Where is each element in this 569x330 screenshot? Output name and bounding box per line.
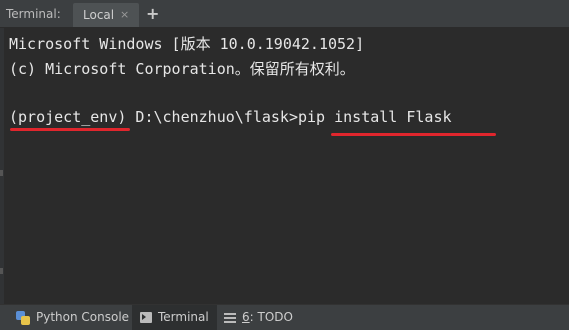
terminal-line-2: (c) Microsoft Corporation。保留所有权利。 (9, 60, 355, 78)
prompt-path: D:\chenzhuo\flask> (126, 108, 298, 126)
python-icon (16, 310, 30, 325)
tab-todo-label: : TODO (249, 310, 293, 324)
todo-list-icon (224, 312, 236, 323)
annotation-underline-command (331, 133, 496, 136)
terminal-line-1: Microsoft Windows [版本 10.0.19042.1052] (9, 35, 365, 53)
prompt-env: (project_env) (9, 108, 127, 126)
terminal-icon (140, 312, 152, 323)
gutter-marker (0, 170, 3, 176)
annotation-underline-env (10, 128, 130, 131)
close-icon[interactable]: × (120, 3, 129, 27)
terminal-tab-bar: Terminal: Local × + (0, 0, 569, 28)
tab-local[interactable]: Local × (73, 3, 139, 27)
tab-python-console-label: Python Console (36, 310, 130, 324)
add-icon[interactable]: + (146, 0, 159, 28)
terminal-prompt-line: (project_env) D:\chenzhuo\flask>pip inst… (9, 108, 452, 126)
tab-terminal-label: Terminal (158, 310, 209, 324)
gutter-marker (0, 268, 3, 274)
tab-terminal[interactable]: Terminal (132, 305, 217, 330)
tab-todo-hotkey: 6 (242, 310, 250, 324)
tab-python-console[interactable]: Python Console (8, 305, 137, 330)
prompt-command: pip install Flask (298, 108, 452, 126)
left-gutter (0, 28, 4, 304)
terminal-tool-title: Terminal: (6, 7, 61, 21)
tab-local-label: Local (83, 8, 115, 22)
tab-todo[interactable]: 6: TODO (216, 305, 301, 330)
tool-window-bar: Python Console Terminal 6: TODO (0, 304, 569, 330)
